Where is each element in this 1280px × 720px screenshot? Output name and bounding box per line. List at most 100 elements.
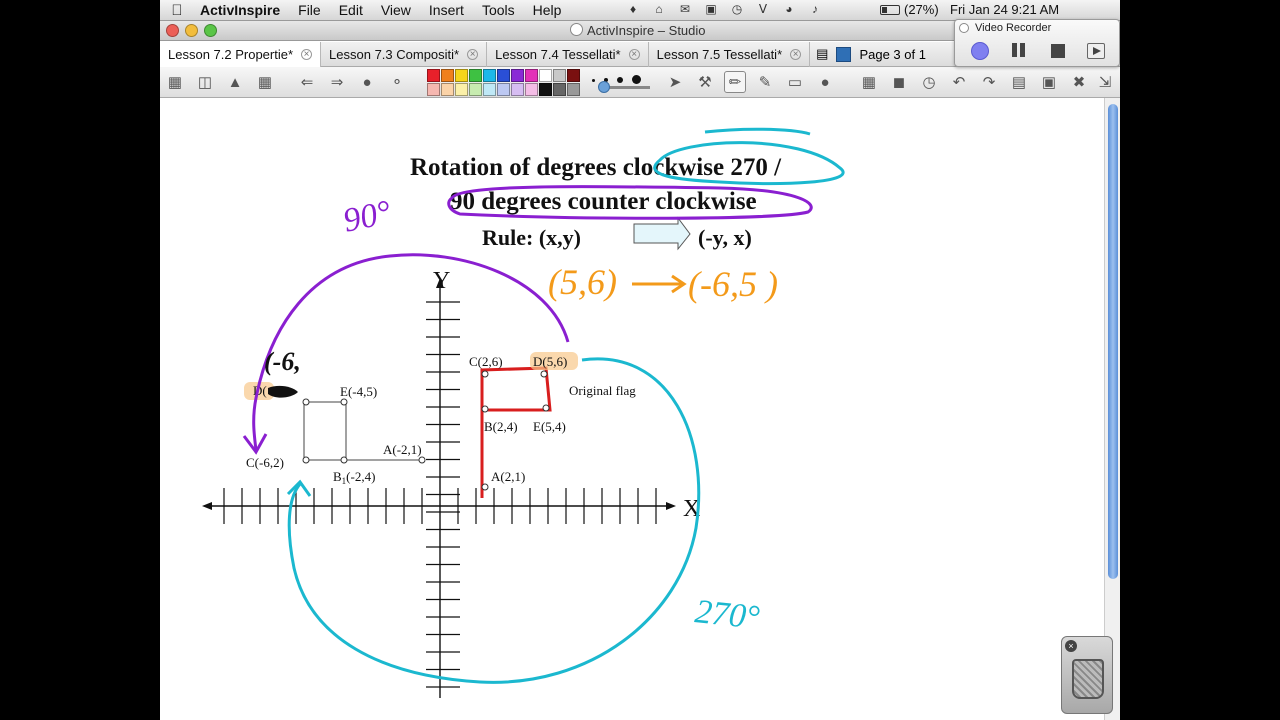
window-icon[interactable]: ▣ — [703, 2, 719, 17]
mail-icon[interactable]: ✉ — [677, 2, 693, 17]
vertical-scrollbar[interactable] — [1104, 98, 1120, 720]
globe-icon[interactable]: ⚬ — [386, 71, 408, 93]
menu-view[interactable]: View — [372, 2, 420, 18]
menu-tools[interactable]: Tools — [473, 2, 524, 18]
apple-menu-icon[interactable]:  — [160, 2, 194, 19]
color-swatch[interactable] — [469, 69, 482, 82]
rule-arrow-icon — [633, 216, 691, 251]
menu-edit[interactable]: Edit — [330, 2, 372, 18]
home-icon[interactable]: ⌂ — [651, 2, 667, 17]
clock-tool-icon[interactable]: ◷ — [918, 71, 940, 93]
menu-app-name[interactable]: ActivInspire — [194, 2, 289, 18]
minimize-window-button[interactable] — [185, 24, 198, 37]
scrollbar-thumb[interactable] — [1108, 104, 1118, 579]
shape-tool-icon[interactable]: ● — [814, 71, 836, 93]
label-a-original: A(2,1) — [491, 469, 525, 484]
trash-close-icon[interactable]: × — [1065, 640, 1077, 652]
color-swatch[interactable] — [441, 69, 454, 82]
pen-width-slider-knob[interactable] — [598, 81, 610, 93]
color-swatch[interactable] — [441, 83, 454, 96]
previous-page-icon[interactable]: ⇐ — [296, 71, 318, 93]
color-swatch[interactable] — [455, 69, 468, 82]
pause-button[interactable] — [1011, 43, 1027, 59]
camera-icon[interactable]: ▣ — [1038, 71, 1060, 93]
dropbox-icon[interactable]: ♦ — [625, 2, 641, 17]
recorder-title: Video Recorder — [975, 22, 1052, 34]
color-swatch[interactable] — [525, 69, 538, 82]
pen-tool-icon[interactable]: ✏ — [724, 71, 746, 93]
battery-status[interactable]: (27%) — [880, 2, 939, 17]
tab-close-icon[interactable]: × — [790, 49, 802, 60]
rotation-arc-90 — [252, 253, 570, 451]
redo-icon[interactable]: ↷ — [978, 71, 1000, 93]
dashboard-icon[interactable]: ◫ — [194, 71, 216, 93]
wifi-icon[interactable]: ◕ — [781, 2, 797, 17]
color-swatch[interactable] — [469, 83, 482, 96]
pen-size-large[interactable] — [617, 77, 623, 83]
calculator-icon[interactable]: ▦ — [858, 71, 880, 93]
tools-icon[interactable]: ⚒ — [694, 71, 716, 93]
next-page-icon[interactable]: ⇒ — [326, 71, 348, 93]
color-swatch[interactable] — [427, 69, 440, 82]
color-swatch[interactable] — [567, 69, 580, 82]
handwritten-partial-coordinate: (-6, — [264, 347, 301, 376]
tab-label: Lesson 7.2 Propertie* — [168, 47, 294, 62]
color-swatch[interactable] — [497, 83, 510, 96]
close-window-button[interactable] — [166, 24, 179, 37]
pen-size-small[interactable] — [592, 79, 595, 82]
color-swatch[interactable] — [525, 83, 538, 96]
color-swatch[interactable] — [539, 83, 552, 96]
menubar-clock[interactable]: Fri Jan 24 9:21 AM — [950, 2, 1059, 17]
highlighter-icon[interactable]: ✎ — [754, 71, 776, 93]
handwritten-example-output: (-6,5 ) — [688, 264, 778, 304]
tab-lesson-7-3[interactable]: Lesson 7.3 Compositi* × — [321, 42, 488, 67]
color-swatch[interactable] — [567, 83, 580, 96]
tab-lesson-7-2[interactable]: Lesson 7.2 Propertie* × — [160, 42, 322, 67]
time-machine-icon[interactable]: ◷ — [729, 2, 745, 17]
tab-lesson-7-4[interactable]: Lesson 7.4 Tessellati* × — [487, 42, 649, 67]
color-swatch[interactable] — [483, 83, 496, 96]
stop-button[interactable] — [1051, 44, 1065, 58]
label-e-original: E(5,4) — [533, 419, 566, 434]
select-arrow-icon[interactable]: ➤ — [664, 71, 686, 93]
color-swatch[interactable] — [511, 69, 524, 82]
color-swatch[interactable] — [511, 83, 524, 96]
window-controls — [166, 24, 217, 37]
revealer-icon[interactable]: ◼ — [888, 71, 910, 93]
play-button[interactable] — [1087, 43, 1105, 59]
browser-icon[interactable]: ▲ — [224, 71, 246, 93]
record-button[interactable] — [971, 42, 989, 60]
undo-icon[interactable]: ↶ — [948, 71, 970, 93]
color-swatch[interactable] — [539, 69, 552, 82]
color-swatch[interactable] — [427, 83, 440, 96]
color-swatch[interactable] — [483, 69, 496, 82]
color-swatch[interactable] — [497, 69, 510, 82]
eraser-icon[interactable]: ▭ — [784, 71, 806, 93]
tab-label: Lesson 7.4 Tessellati* — [495, 47, 621, 62]
next-flipchart-icon[interactable]: ▦ — [254, 71, 276, 93]
volume-icon[interactable]: ♪ — [807, 2, 823, 17]
page-browser-icon[interactable] — [836, 46, 852, 62]
menu-insert[interactable]: Insert — [420, 2, 473, 18]
tab-close-icon[interactable]: × — [467, 49, 479, 60]
color-swatch[interactable] — [553, 69, 566, 82]
collapse-toolbar-icon[interactable]: ⇲ — [1094, 71, 1116, 93]
zoom-window-button[interactable] — [204, 24, 217, 37]
trash-can-widget[interactable]: × — [1061, 636, 1113, 714]
menu-help[interactable]: Help — [524, 2, 571, 18]
color-swatch[interactable] — [553, 83, 566, 96]
color-swatch[interactable] — [455, 83, 468, 96]
page-navigator[interactable]: ▤ Page 3 of 1 — [810, 42, 932, 66]
desktop-annotate-icon[interactable]: ✖ — [1068, 71, 1090, 93]
flipchart-canvas[interactable]: Rotation of degrees clockwise 270 / 90 d… — [160, 98, 1120, 720]
screen-shade-icon[interactable]: ▤ — [1008, 71, 1030, 93]
reset-page-icon[interactable]: ● — [356, 71, 378, 93]
page-list-icon[interactable]: ▤ — [816, 46, 828, 62]
tab-lesson-7-5[interactable]: Lesson 7.5 Tessellati* × — [649, 42, 811, 67]
pen-size-xlarge[interactable] — [632, 75, 641, 84]
tab-close-icon[interactable]: × — [301, 49, 313, 60]
tab-close-icon[interactable]: × — [628, 49, 640, 60]
menu-file[interactable]: File — [289, 2, 330, 18]
bluetooth-icon[interactable]: ᐯ — [755, 2, 771, 17]
main-menu-icon[interactable]: ▦ — [164, 71, 186, 93]
